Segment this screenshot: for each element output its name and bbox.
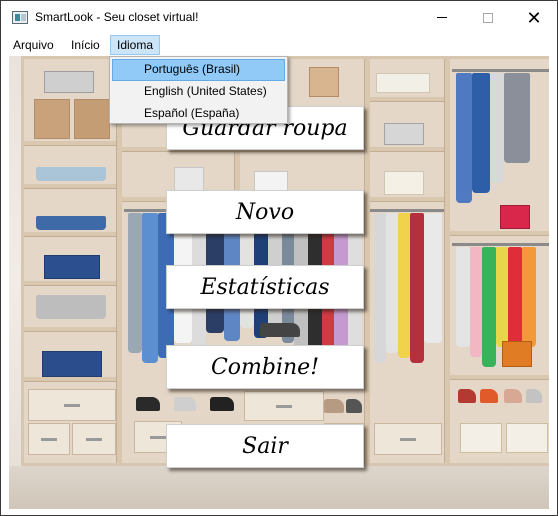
menu-idioma[interactable]: Idioma <box>110 35 161 55</box>
close-button[interactable]: ✕ <box>511 1 557 34</box>
maximize-button[interactable] <box>465 1 511 34</box>
close-icon: ✕ <box>526 7 542 28</box>
language-dropdown: Português (Brasil) English (United State… <box>109 56 288 124</box>
language-option-es-es[interactable]: Español (España) <box>112 103 285 125</box>
app-window-icon <box>12 11 28 24</box>
app-window: SmartLook - Seu closet virtual! ✕ Arquiv… <box>0 0 558 516</box>
novo-button[interactable]: Novo <box>166 190 364 234</box>
estatisticas-button[interactable]: Estatísticas <box>166 265 364 309</box>
menu-inicio[interactable]: Início <box>65 35 106 55</box>
minimize-button[interactable] <box>419 1 465 34</box>
title-bar[interactable]: SmartLook - Seu closet virtual! ✕ <box>1 1 557 34</box>
language-option-en-us[interactable]: English (United States) <box>112 81 285 103</box>
maximize-icon <box>483 12 493 23</box>
minimize-icon <box>437 17 447 18</box>
floor <box>9 466 549 509</box>
menu-arquivo[interactable]: Arquivo <box>7 35 60 55</box>
window-title: SmartLook - Seu closet virtual! <box>35 10 199 24</box>
menu-bar: Arquivo Início Idioma <box>1 34 557 56</box>
sair-button[interactable]: Sair <box>166 424 364 468</box>
language-option-pt-br[interactable]: Português (Brasil) <box>112 59 285 81</box>
combine-button[interactable]: Combine! <box>166 345 364 389</box>
